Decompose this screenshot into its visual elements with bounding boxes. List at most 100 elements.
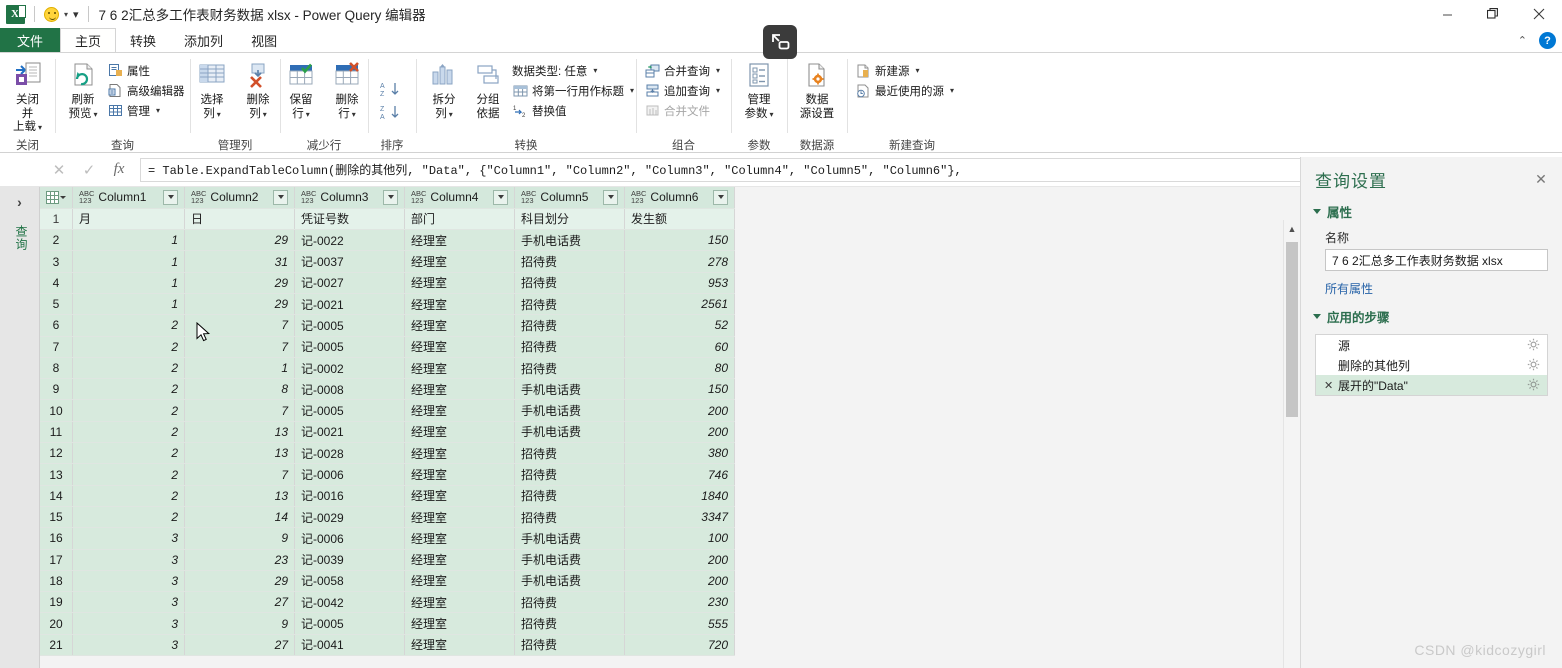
table-cell[interactable]: 150 <box>624 378 735 401</box>
table-cell[interactable]: 经理室 <box>404 293 515 316</box>
split-column-button[interactable]: 拆分 列 ▾ <box>422 58 466 123</box>
table-cell[interactable]: 3 <box>72 634 185 657</box>
table-cell[interactable]: 招待费 <box>514 442 625 465</box>
table-row[interactable]: 8 2 1 记-0002 经理室 招待费 80 <box>40 357 735 380</box>
table-row[interactable]: 18 3 29 记-0058 经理室 手机电话费 200 <box>40 570 735 593</box>
advanced-editor-button[interactable]: 高级编辑器 <box>105 81 189 100</box>
table-cell[interactable]: 招待费 <box>514 336 625 358</box>
table-cell[interactable]: 记-0028 <box>294 442 405 465</box>
applied-step[interactable]: 源 <box>1316 335 1547 355</box>
group-by-button[interactable]: 分组 依据 <box>466 58 510 123</box>
data-type-button[interactable]: 数据类型: 任意 ▾ <box>510 61 638 80</box>
table-cell[interactable]: 经理室 <box>404 442 515 465</box>
chevron-down-icon[interactable]: ▾ <box>716 86 720 95</box>
table-cell[interactable]: 招待费 <box>514 591 625 614</box>
column-header-Column6[interactable]: ABC 123 Column6 <box>624 187 735 209</box>
table-cell[interactable]: 经理室 <box>404 421 515 444</box>
table-cell[interactable]: 招待费 <box>514 293 625 316</box>
table-cell[interactable]: 手机电话费 <box>514 527 625 550</box>
table-cell[interactable]: 31 <box>184 250 295 273</box>
tab-home[interactable]: 主页 <box>60 28 117 52</box>
table-cell[interactable]: 经理室 <box>404 634 515 657</box>
table-row[interactable]: 10 2 7 记-0005 经理室 手机电话费 200 <box>40 399 735 422</box>
formula-accept-icon[interactable]: ✓ <box>74 158 104 182</box>
table-cell[interactable]: 7 <box>184 463 295 486</box>
table-cell[interactable]: 日 <box>184 208 295 231</box>
expand-queries-pane-icon[interactable]: › <box>0 187 39 217</box>
minimize-button[interactable] <box>1424 0 1470 28</box>
table-cell[interactable]: 29 <box>184 570 295 593</box>
table-cell[interactable]: 发生额 <box>624 208 735 231</box>
table-cell[interactable]: 8 <box>184 378 295 401</box>
table-cell[interactable]: 经理室 <box>404 272 515 294</box>
table-cell[interactable]: 3 <box>72 612 185 635</box>
chevron-down-icon[interactable]: ▾ <box>916 66 920 75</box>
gear-icon[interactable] <box>1527 338 1541 352</box>
restore-button[interactable] <box>1470 0 1516 28</box>
table-cell[interactable]: 380 <box>624 442 735 465</box>
table-cell[interactable]: 13 <box>184 442 295 465</box>
scrollbar-thumb[interactable] <box>1286 242 1298 417</box>
tab-file[interactable]: 文件 <box>0 28 61 52</box>
column-header-Column2[interactable]: ABC 123 Column2 <box>184 187 295 209</box>
scroll-up-icon[interactable]: ▲ <box>1284 220 1300 237</box>
table-cell[interactable]: 9 <box>184 612 295 635</box>
table-cell[interactable]: 2 <box>72 357 185 380</box>
chevron-down-icon[interactable]: ▾ <box>593 66 597 75</box>
table-cell[interactable]: 29 <box>184 272 295 294</box>
column-header-Column4[interactable]: ABC 123 Column4 <box>404 187 515 209</box>
remove-columns-button[interactable]: 删除 列 ▾ <box>236 58 280 123</box>
table-cell[interactable]: 招待费 <box>514 272 625 294</box>
table-cell[interactable]: 3 <box>72 570 185 593</box>
table-cell[interactable]: 记-0005 <box>294 612 405 635</box>
table-row[interactable]: 2 1 29 记-0022 经理室 手机电话费 150 <box>40 229 735 252</box>
table-cell[interactable]: 720 <box>624 634 735 657</box>
table-cell[interactable]: 13 <box>184 421 295 444</box>
close-and-load-button[interactable]: 关闭并 上载 ▾ <box>6 58 50 137</box>
table-cell[interactable]: 招待费 <box>514 463 625 486</box>
table-cell[interactable]: 经理室 <box>404 378 515 401</box>
column-filter-button[interactable] <box>493 189 508 205</box>
table-cell[interactable]: 招待费 <box>514 612 625 635</box>
table-cell[interactable]: 2 <box>72 442 185 465</box>
table-cell[interactable]: 230 <box>624 591 735 614</box>
table-cell[interactable]: 2 <box>72 378 185 401</box>
table-cell[interactable]: 13 <box>184 485 295 507</box>
table-row[interactable]: 21 3 27 记-0041 经理室 招待费 720 <box>40 634 735 657</box>
table-row[interactable]: 4 1 29 记-0027 经理室 招待费 953 <box>40 272 735 294</box>
table-cell[interactable]: 手机电话费 <box>514 378 625 401</box>
table-row[interactable]: 5 1 29 记-0021 经理室 招待费 2561 <box>40 293 735 316</box>
table-cell[interactable]: 1840 <box>624 485 735 507</box>
table-cell[interactable]: 记-0006 <box>294 527 405 550</box>
chevron-down-icon[interactable]: ▾ <box>630 86 634 95</box>
table-row[interactable]: 9 2 8 记-0008 经理室 手机电话费 150 <box>40 378 735 401</box>
table-cell[interactable]: 记-0021 <box>294 293 405 316</box>
table-cell[interactable]: 3347 <box>624 506 735 529</box>
table-cell[interactable]: 经理室 <box>404 506 515 529</box>
queries-pane-collapsed[interactable]: › 查询 <box>0 187 40 668</box>
query-name-input[interactable]: 7 6 2汇总多工作表财务数据 xlsx <box>1325 249 1548 271</box>
table-cell[interactable]: 手机电话费 <box>514 549 625 571</box>
table-cell[interactable]: 手机电话费 <box>514 570 625 593</box>
table-row[interactable]: 13 2 7 记-0006 经理室 招待费 746 <box>40 463 735 486</box>
table-cell[interactable]: 记-0037 <box>294 250 405 273</box>
table-cell[interactable]: 1 <box>184 357 295 380</box>
table-cell[interactable]: 200 <box>624 570 735 593</box>
table-cell[interactable]: 记-0016 <box>294 485 405 507</box>
table-cell[interactable]: 278 <box>624 250 735 273</box>
table-cell[interactable]: 记-0002 <box>294 357 405 380</box>
table-cell[interactable]: 记-0039 <box>294 549 405 571</box>
table-cell[interactable]: 招待费 <box>514 357 625 380</box>
table-cell[interactable]: 60 <box>624 336 735 358</box>
column-filter-button[interactable] <box>713 189 728 205</box>
table-cell[interactable]: 月 <box>72 208 185 231</box>
table-cell[interactable]: 3 <box>72 549 185 571</box>
table-cell[interactable]: 科目划分 <box>514 208 625 231</box>
table-cell[interactable]: 555 <box>624 612 735 635</box>
append-queries-button[interactable]: 追加查询 ▾ <box>642 81 724 100</box>
recent-sources-button[interactable]: 最近使用的源 ▾ <box>853 81 958 100</box>
table-cell[interactable]: 招待费 <box>514 485 625 507</box>
manage-button[interactable]: 管理 ▾ <box>105 101 189 120</box>
smiley-icon[interactable] <box>44 6 59 22</box>
table-cell[interactable]: 招待费 <box>514 506 625 529</box>
